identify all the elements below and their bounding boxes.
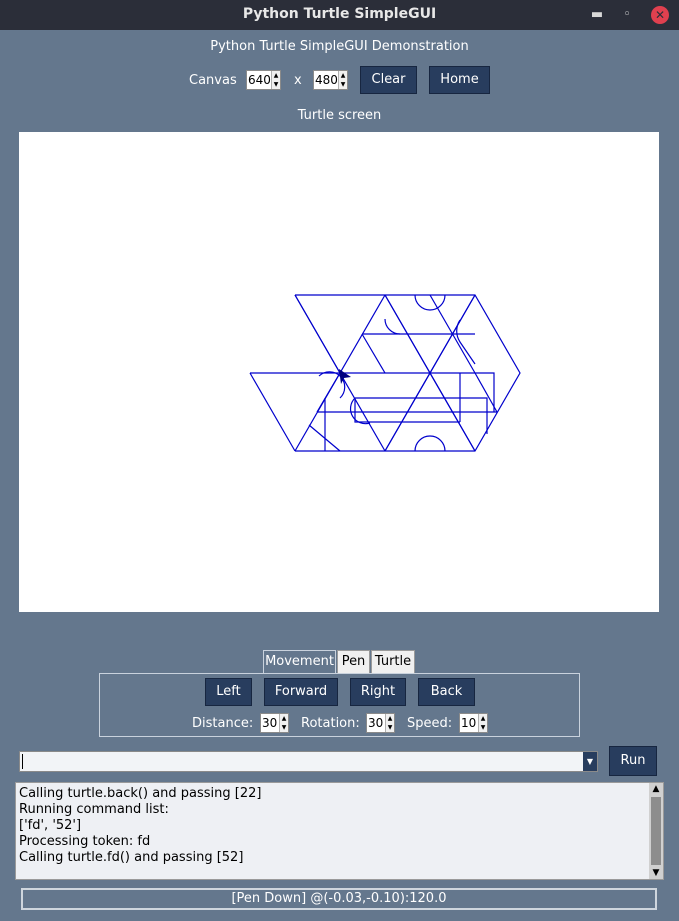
left-button[interactable]: Left [205,678,252,706]
distance-value[interactable]: 30 [262,716,277,730]
rotation-label: Rotation: [301,716,360,731]
speed-spinbox[interactable]: 10 ▲ ▼ [459,713,488,733]
minimize-icon[interactable]: ▬ [588,6,606,24]
right-button[interactable]: Right [350,678,406,706]
speed-label: Speed: [407,716,453,731]
scroll-thumb[interactable] [651,797,661,865]
turtle-drawing [249,294,521,452]
output-line: Processing token: fd [19,834,151,849]
output-scrollbar[interactable]: ▲ ▼ [649,783,663,879]
rotation-spinbox[interactable]: 30 ▲ ▼ [366,713,395,733]
command-input[interactable]: ▼ [19,751,598,772]
window-title: Python Turtle SimpleGUI [242,6,437,22]
turtle-canvas[interactable] [19,132,659,612]
clear-button[interactable]: Clear [360,66,417,94]
output-line: Running command list: [19,802,169,817]
back-button[interactable]: Back [418,678,475,706]
title-bar: Python Turtle SimpleGUI ▬ ◦ ✕ [0,0,679,30]
chevron-down-icon[interactable]: ▼ [583,752,597,771]
status-bar: [Pen Down] @(-0.03,-0.10):120.0 [21,888,657,910]
canvas-height-spinbox[interactable]: 480 ▲ ▼ [313,70,348,90]
turtle-screen-label: Turtle screen [297,108,382,123]
spin-arrows-icon[interactable]: ▲ ▼ [271,71,280,89]
tab-movement[interactable]: Movement [263,650,336,674]
canvas-height-value[interactable]: 480 [315,73,338,87]
spin-arrows-icon[interactable]: ▲ ▼ [385,714,394,732]
spin-arrows-icon[interactable]: ▲ ▼ [338,71,347,89]
scroll-down-icon[interactable]: ▼ [649,867,663,879]
scroll-up-icon[interactable]: ▲ [649,783,663,795]
close-icon[interactable]: ✕ [651,6,669,24]
restore-icon[interactable]: ◦ [618,6,636,24]
output-line: Calling turtle.back() and passing [22] [19,786,262,801]
output-line: ['fd', '52'] [19,818,82,833]
canvas-label: Canvas [189,73,237,88]
rotation-value[interactable]: 30 [368,716,383,730]
forward-button[interactable]: Forward [264,678,338,706]
canvas-width-spinbox[interactable]: 640 ▲ ▼ [246,70,281,90]
tab-pen[interactable]: Pen [337,650,370,674]
run-button[interactable]: Run [609,746,657,776]
home-button[interactable]: Home [429,66,490,94]
distance-label: Distance: [192,716,254,731]
canvas-size-separator: x [294,73,302,88]
spin-arrows-icon[interactable]: ▲ ▼ [279,714,288,732]
tab-turtle[interactable]: Turtle [371,650,415,674]
text-caret [22,754,23,769]
spin-arrows-icon[interactable]: ▲ ▼ [478,714,487,732]
output-lines: Calling turtle.back() and passing [22] R… [19,786,261,866]
speed-value[interactable]: 10 [461,716,476,730]
page-title: Python Turtle SimpleGUI Demonstration [210,39,469,54]
output-line: Calling turtle.fd() and passing [52] [19,850,244,865]
output-log[interactable]: Calling turtle.back() and passing [22] R… [15,782,664,880]
canvas-width-value[interactable]: 640 [248,73,271,87]
distance-spinbox[interactable]: 30 ▲ ▼ [260,713,289,733]
